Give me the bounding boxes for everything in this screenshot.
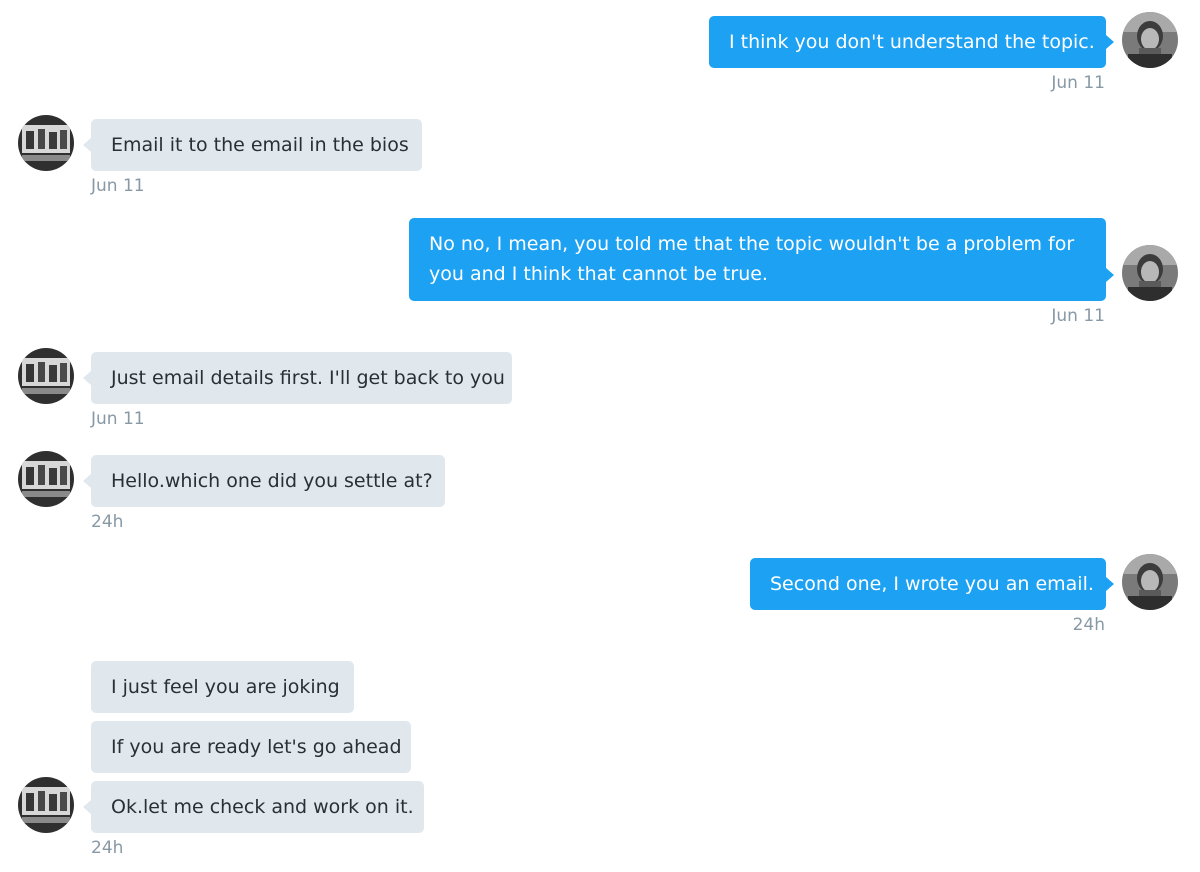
timestamp: Jun 11 — [91, 176, 145, 196]
avatar-contact[interactable] — [18, 451, 74, 507]
message-bubble-incoming[interactable]: If you are ready let's go ahead — [91, 721, 411, 773]
timestamp: Jun 11 — [1051, 306, 1105, 326]
bubble-tail — [1106, 268, 1114, 282]
avatar-contact[interactable] — [18, 115, 74, 171]
message-text: I think you don't understand the topic. — [729, 31, 1095, 53]
avatar-self[interactable] — [1122, 554, 1178, 610]
bubble-tail — [1106, 577, 1114, 591]
person-photo-icon — [1122, 245, 1178, 301]
timestamp: Jun 11 — [91, 409, 145, 429]
avatar-contact[interactable] — [18, 348, 74, 404]
bubble-tail — [83, 800, 91, 814]
timestamp: Jun 11 — [1051, 73, 1105, 93]
message-text: Just email details first. I'll get back … — [111, 367, 505, 389]
timestamp: 24h — [1072, 615, 1105, 635]
timestamp: 24h — [91, 512, 124, 532]
avatar-contact[interactable] — [18, 777, 74, 833]
avatar-self[interactable] — [1122, 12, 1178, 68]
person-photo-icon — [1122, 554, 1178, 610]
person-photo-icon — [1122, 12, 1178, 68]
group-photo-icon — [18, 777, 74, 833]
message-text: Email it to the email in the bios — [111, 134, 409, 156]
message-bubble-incoming[interactable]: Just email details first. I'll get back … — [91, 352, 512, 404]
group-photo-icon — [18, 115, 74, 171]
group-photo-icon — [18, 348, 74, 404]
message-text: Ok.let me check and work on it. — [111, 796, 414, 818]
message-bubble-incoming[interactable]: Hello.which one did you settle at? — [91, 455, 445, 507]
message-bubble-incoming[interactable]: I just feel you are joking — [91, 661, 354, 713]
message-bubble-incoming[interactable]: Ok.let me check and work on it. — [91, 781, 424, 833]
message-bubble-outgoing[interactable]: I think you don't understand the topic. — [709, 16, 1106, 68]
bubble-tail — [1106, 35, 1114, 49]
message-text: I just feel you are joking — [111, 676, 340, 698]
group-photo-icon — [18, 451, 74, 507]
message-text: Hello.which one did you settle at? — [111, 470, 433, 492]
message-bubble-outgoing[interactable]: No no, I mean, you told me that the topi… — [409, 218, 1106, 301]
timestamp: 24h — [91, 838, 124, 858]
message-text: Second one, I wrote you an email. — [770, 573, 1094, 595]
avatar-self[interactable] — [1122, 245, 1178, 301]
message-bubble-outgoing[interactable]: Second one, I wrote you an email. — [750, 558, 1106, 610]
bubble-tail — [83, 371, 91, 385]
message-text: No no, I mean, you told me that the topi… — [429, 233, 1075, 285]
bubble-tail — [83, 474, 91, 488]
message-text: If you are ready let's go ahead — [111, 736, 402, 758]
message-bubble-incoming[interactable]: Email it to the email in the bios — [91, 119, 422, 171]
bubble-tail — [83, 138, 91, 152]
